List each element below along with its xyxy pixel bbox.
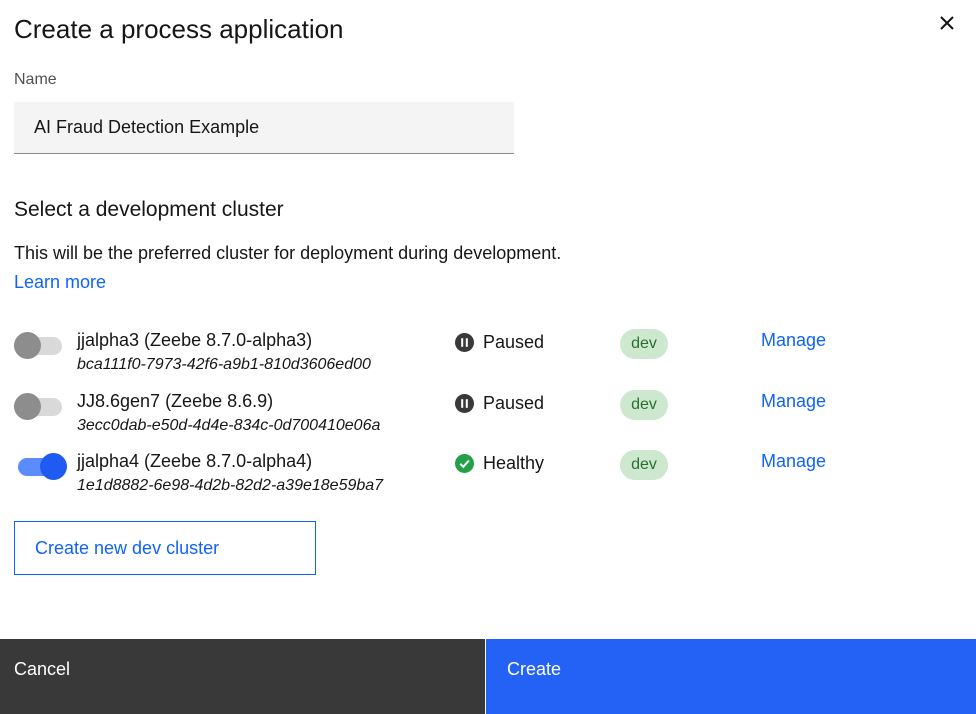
cluster-name: jjalpha4 (Zeebe 8.7.0-alpha4) bbox=[77, 451, 313, 471]
manage-link[interactable]: Manage bbox=[761, 451, 826, 472]
dialog-title: Create a process application bbox=[14, 14, 344, 44]
dialog-footer: Cancel Create bbox=[0, 639, 976, 714]
cluster-section-description: This will be the preferred cluster for d… bbox=[14, 243, 562, 263]
paused-icon bbox=[455, 332, 474, 352]
cluster-name: JJ8.6gen7 (Zeebe 8.6.9) bbox=[77, 391, 274, 411]
cluster-status: Paused bbox=[455, 391, 544, 415]
cluster-id: 3ecc0dab-e50d-4d4e-834c-0d700410e06a bbox=[77, 417, 381, 434]
learn-more-link[interactable]: Learn more bbox=[14, 272, 106, 293]
create-button[interactable]: Create bbox=[486, 639, 976, 714]
cluster-status: Healthy bbox=[455, 451, 544, 475]
close-button[interactable] bbox=[934, 10, 960, 36]
cluster-id: 1e1d8882-6e98-4d2b-82d2-a39e18e59ba7 bbox=[77, 477, 384, 494]
cluster-section-heading: Select a development cluster bbox=[14, 198, 284, 221]
dev-tag: dev bbox=[620, 390, 668, 420]
cluster-row: jjalpha4 (Zeebe 8.7.0-alpha4) 1e1d8882-6… bbox=[0, 447, 976, 503]
cluster-status: Paused bbox=[455, 330, 544, 354]
cancel-button[interactable]: Cancel bbox=[0, 639, 485, 714]
healthy-check-icon bbox=[455, 453, 474, 473]
cluster-toggle[interactable] bbox=[14, 332, 64, 359]
cluster-name: jjalpha3 (Zeebe 8.7.0-alpha3) bbox=[77, 330, 313, 350]
cluster-toggle[interactable] bbox=[14, 453, 67, 480]
toggle-knob bbox=[14, 332, 41, 359]
status-text: Paused bbox=[483, 392, 545, 413]
close-icon bbox=[940, 16, 954, 30]
paused-icon bbox=[455, 393, 474, 413]
dev-tag: dev bbox=[620, 329, 668, 359]
toggle-knob bbox=[40, 453, 67, 480]
status-text: Paused bbox=[483, 331, 545, 352]
name-field-label: Name bbox=[14, 71, 57, 88]
manage-link[interactable]: Manage bbox=[761, 330, 826, 351]
toggle-knob bbox=[14, 393, 41, 420]
cluster-id: bca111f0-7973-42f6-a9b1-810d3606ed00 bbox=[77, 356, 371, 373]
dev-tag: dev bbox=[620, 450, 668, 480]
name-input[interactable] bbox=[14, 102, 514, 154]
cluster-toggle[interactable] bbox=[14, 393, 64, 420]
status-text: Healthy bbox=[483, 452, 545, 473]
create-new-dev-cluster-button[interactable]: Create new dev cluster bbox=[14, 521, 316, 575]
create-process-application-dialog: Create a process application Name Select… bbox=[0, 0, 976, 714]
cluster-row: JJ8.6gen7 (Zeebe 8.6.9) 3ecc0dab-e50d-4d… bbox=[0, 387, 976, 443]
manage-link[interactable]: Manage bbox=[761, 391, 826, 412]
cluster-row: jjalpha3 (Zeebe 8.7.0-alpha3) bca111f0-7… bbox=[0, 326, 976, 382]
